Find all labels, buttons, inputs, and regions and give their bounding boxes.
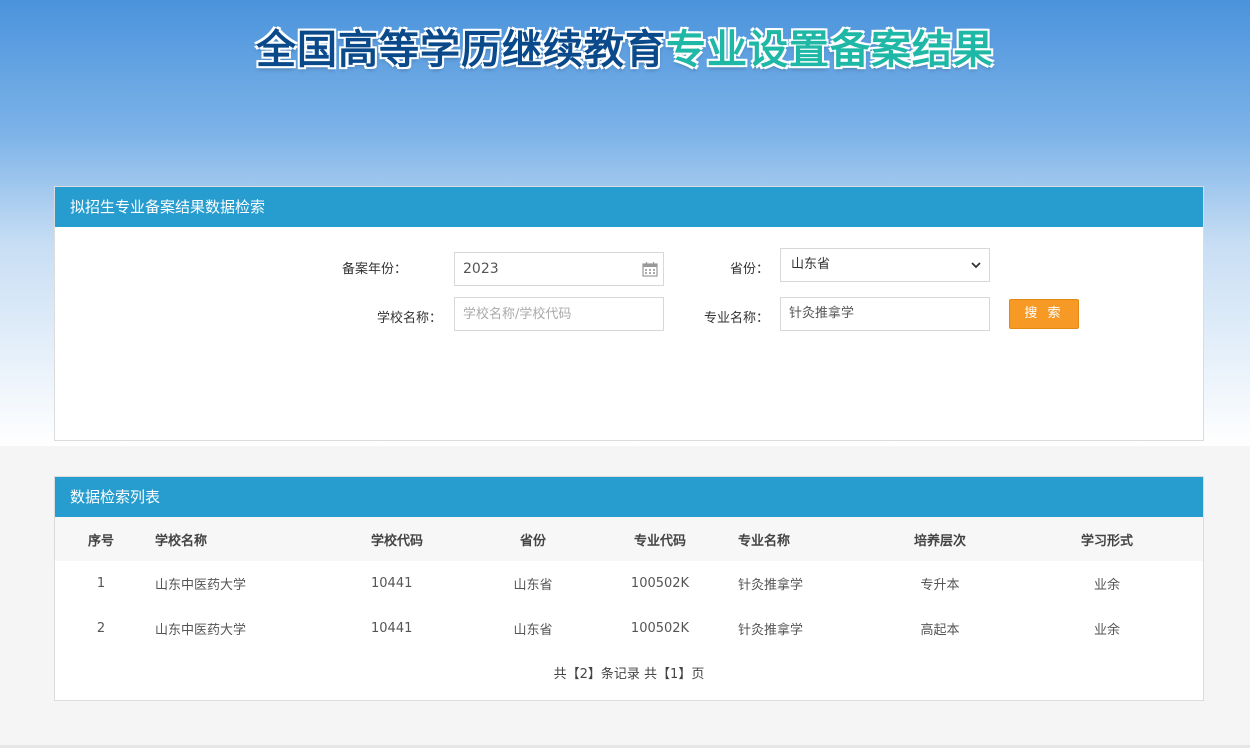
major-value: 针灸推拿学 [789, 306, 855, 321]
cell-level: 专升本 [920, 578, 960, 593]
cell-level: 高起本 [920, 623, 960, 638]
cell-major-code: 100502K [630, 621, 690, 636]
column-header-level: 培养层次 [869, 517, 1011, 561]
page-title: 全国高等学历继续教育专业设置备案结果 [0, 22, 1250, 78]
column-header-province: 省份 [472, 517, 594, 561]
cell-index: 2 [96, 621, 106, 636]
calendar-icon[interactable] [642, 261, 658, 277]
result-panel-header: 数据检索列表 [55, 477, 1203, 517]
year-label: 备案年份： [341, 262, 407, 277]
column-header-index: 序号 [55, 517, 147, 561]
column-header-school: 学校名称 [147, 517, 371, 561]
school-input[interactable] [454, 297, 664, 331]
cell-province: 山东省 [513, 578, 553, 593]
major-input[interactable]: 针灸推拿学 [780, 297, 990, 331]
province-select[interactable]: 山东省 [780, 248, 990, 282]
column-header-major-name: 专业名称 [726, 517, 869, 561]
province-value: 山东省 [791, 257, 831, 272]
cell-study-form: 业余 [1093, 623, 1120, 638]
search-panel: 拟招生专业备案结果数据检索 备案年份： 2023 省份： 山东省 学校名称： 专… [54, 186, 1204, 441]
cell-province: 山东省 [513, 623, 553, 638]
results-table: 序号 学校名称 学校代码 省份 专业代码 专业名称 培养层次 学习形式 1 山东… [55, 517, 1203, 651]
cell-school: 山东中医药大学 [155, 623, 247, 638]
cell-study-form: 业余 [1093, 578, 1120, 593]
province-label: 省份： [729, 262, 769, 277]
cell-school: 山东中医药大学 [155, 578, 247, 593]
year-value: 2023 [463, 261, 499, 277]
search-panel-header: 拟招生专业备案结果数据检索 [55, 187, 1203, 227]
major-label: 专业名称： [703, 311, 769, 326]
search-button[interactable]: 搜 索 [1009, 299, 1079, 329]
column-header-study-form: 学习形式 [1011, 517, 1203, 561]
column-header-major-code: 专业代码 [594, 517, 726, 561]
table-row: 2 山东中医药大学 10441 山东省 100502K 针灸推拿学 高起本 业余 [55, 606, 1203, 651]
cell-major-name: 针灸推拿学 [738, 623, 804, 638]
column-header-school-code: 学校代码 [371, 517, 472, 561]
result-panel: 数据检索列表 序号 学校名称 学校代码 省份 专业代码 专业名称 培养层次 学习… [54, 476, 1204, 701]
pagination-info: 共【2】条记录 共【1】页 [553, 667, 705, 682]
school-label: 学校名称： [376, 311, 442, 326]
cell-school-code: 10441 [371, 576, 413, 591]
cell-school-code: 10441 [371, 621, 413, 636]
cell-major-code: 100502K [630, 576, 690, 591]
chevron-down-icon [971, 262, 981, 269]
cell-major-name: 针灸推拿学 [738, 578, 804, 593]
year-input[interactable]: 2023 [454, 252, 664, 286]
page-title-part1: 全国高等学历继续教育 [256, 27, 666, 73]
page-title-part2: 专业设置备案结果 [666, 27, 994, 73]
table-row: 1 山东中医药大学 10441 山东省 100502K 针灸推拿学 专升本 业余 [55, 561, 1203, 606]
table-header-row: 序号 学校名称 学校代码 省份 专业代码 专业名称 培养层次 学习形式 [55, 517, 1203, 561]
cell-index: 1 [96, 576, 106, 591]
